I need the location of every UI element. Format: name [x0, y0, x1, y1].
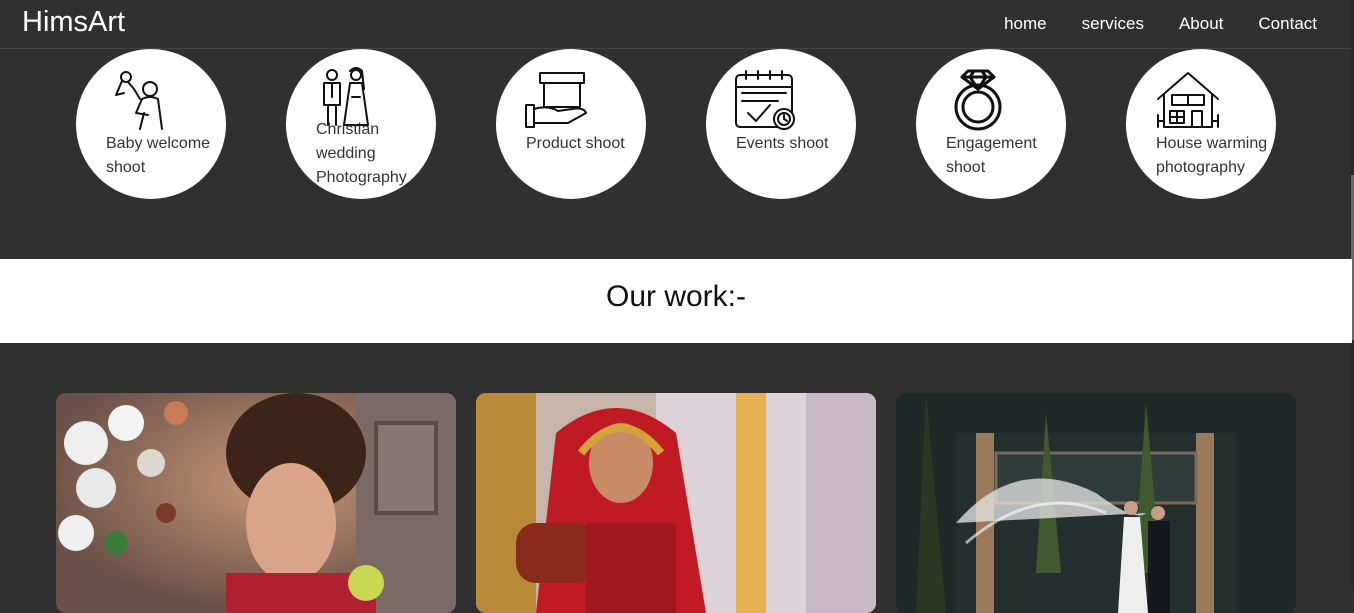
service-product[interactable]: Product shoot: [496, 49, 646, 199]
nav-link-contact[interactable]: Contact: [1258, 14, 1317, 34]
bride-portrait-photo[interactable]: [56, 393, 456, 613]
navbar: HimsArt home services About Contact: [0, 0, 1352, 49]
calendar-event-icon: [735, 70, 795, 130]
service-label: Events shoot: [736, 135, 829, 152]
nav-link-about[interactable]: About: [1179, 14, 1223, 34]
service-engagement[interactable]: Engagement shoot: [916, 49, 1066, 199]
service-christian-wedding[interactable]: Christian wedding Photography: [286, 49, 436, 199]
brand-logo[interactable]: HimsArt: [22, 6, 125, 39]
gallery: [0, 343, 1352, 613]
our-work-heading: Our work:-: [605, 280, 746, 313]
our-work-section: Our work:-: [0, 259, 1352, 343]
nav-links: home services About Contact: [969, 14, 1317, 34]
nav-link-services[interactable]: services: [1082, 14, 1144, 34]
service-events[interactable]: Events shoot: [706, 49, 856, 199]
service-label: Baby welcome shoot: [106, 135, 211, 176]
service-baby-welcome[interactable]: Baby welcome shoot: [76, 49, 226, 199]
product-box-icon: [525, 72, 587, 128]
service-label: Product shoot: [526, 135, 625, 152]
services-section: Baby welcome shoot Christian wedding Pho…: [0, 49, 1352, 259]
service-label: Christian wedding Photography: [316, 121, 407, 186]
couple-veil-photo[interactable]: [896, 393, 1296, 613]
service-label: Engagement shoot: [946, 135, 1037, 176]
red-dupatta-bride-photo[interactable]: [476, 393, 876, 613]
diamond-ring-icon: [954, 69, 1002, 131]
service-house-warming[interactable]: House warming photography: [1126, 49, 1276, 199]
baby-icon: [115, 71, 163, 130]
house-icon: [1157, 72, 1219, 128]
nav-link-home[interactable]: home: [1004, 14, 1047, 34]
service-label: House warming photography: [1156, 135, 1268, 176]
